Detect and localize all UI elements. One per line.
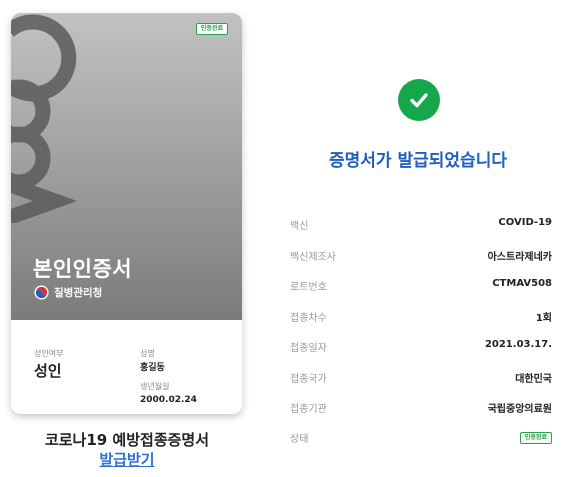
detail-row-manufacturer: 백신제조사 아스트라제네카: [290, 248, 552, 264]
detail-row-dose: 접종차수 1회: [290, 309, 552, 325]
detail-value: 대한민국: [515, 374, 552, 385]
certificate-name: 코로나19 예방접종증명서: [44, 431, 210, 449]
identity-card: 인증완료 본인인증서 질병관리청 성인여부 성인 성명 홍길동 생년월일 200…: [11, 13, 242, 414]
adult-value: 성인: [34, 362, 62, 380]
detail-row-date: 접종일자 2021.03.17.: [290, 339, 552, 355]
detail-label: 접종국가: [290, 374, 327, 385]
verified-badge: 인증완료: [195, 23, 228, 35]
card-title: 본인인증서: [33, 257, 133, 281]
detail-label: 접종기관: [290, 404, 327, 415]
detail-value: 아스트라제네카: [487, 252, 552, 263]
detail-value: COVID-19: [498, 217, 552, 228]
issuer: 질병관리청: [34, 285, 102, 300]
adult-label: 성인여부: [34, 349, 64, 358]
kdca-emblem-icon: [34, 285, 49, 300]
detail-value: 국립중앙의료원: [487, 404, 552, 415]
issuer-name: 질병관리청: [54, 287, 103, 299]
issue-link[interactable]: 발급받기: [0, 449, 254, 470]
detail-row-vaccine: 백신 COVID-19: [290, 217, 552, 233]
card-details: 성인여부 성인 성명 홍길동 생년월일 2000.02.24: [11, 320, 242, 414]
name-value: 홍길동: [140, 363, 165, 373]
success-message: 증명서가 발급되었습니다: [329, 151, 507, 171]
detail-row-country: 접종국가 대한민국: [290, 370, 552, 386]
detail-row-lot-number: 로트번호 CTMAV508: [290, 278, 552, 294]
birth-label: 생년월일: [140, 382, 170, 391]
detail-label: 로트번호: [290, 282, 327, 293]
check-mark-icon: [410, 93, 428, 108]
detail-row-institution: 접종기관 국립중앙의료원: [290, 400, 552, 416]
detail-label: 접종차수: [290, 313, 327, 324]
check-circle-icon: [398, 79, 440, 121]
birth-value: 2000.02.24: [140, 395, 197, 405]
detail-label: 백신: [290, 221, 309, 232]
card-header: 인증완료 본인인증서 질병관리청: [11, 13, 242, 320]
detail-row-status: 상태 인증완료: [290, 430, 552, 446]
detail-value: 1회: [535, 313, 552, 324]
status-badge: 인증완료: [519, 432, 552, 444]
coov-logo: [11, 14, 78, 223]
name-label: 성명: [140, 349, 155, 358]
detail-label: 접종일자: [290, 343, 327, 354]
detail-value: 2021.03.17.: [484, 339, 552, 350]
detail-label: 백신제조사: [290, 252, 336, 263]
detail-value: CTMAV508: [492, 278, 552, 289]
detail-label: 상태: [290, 434, 309, 445]
